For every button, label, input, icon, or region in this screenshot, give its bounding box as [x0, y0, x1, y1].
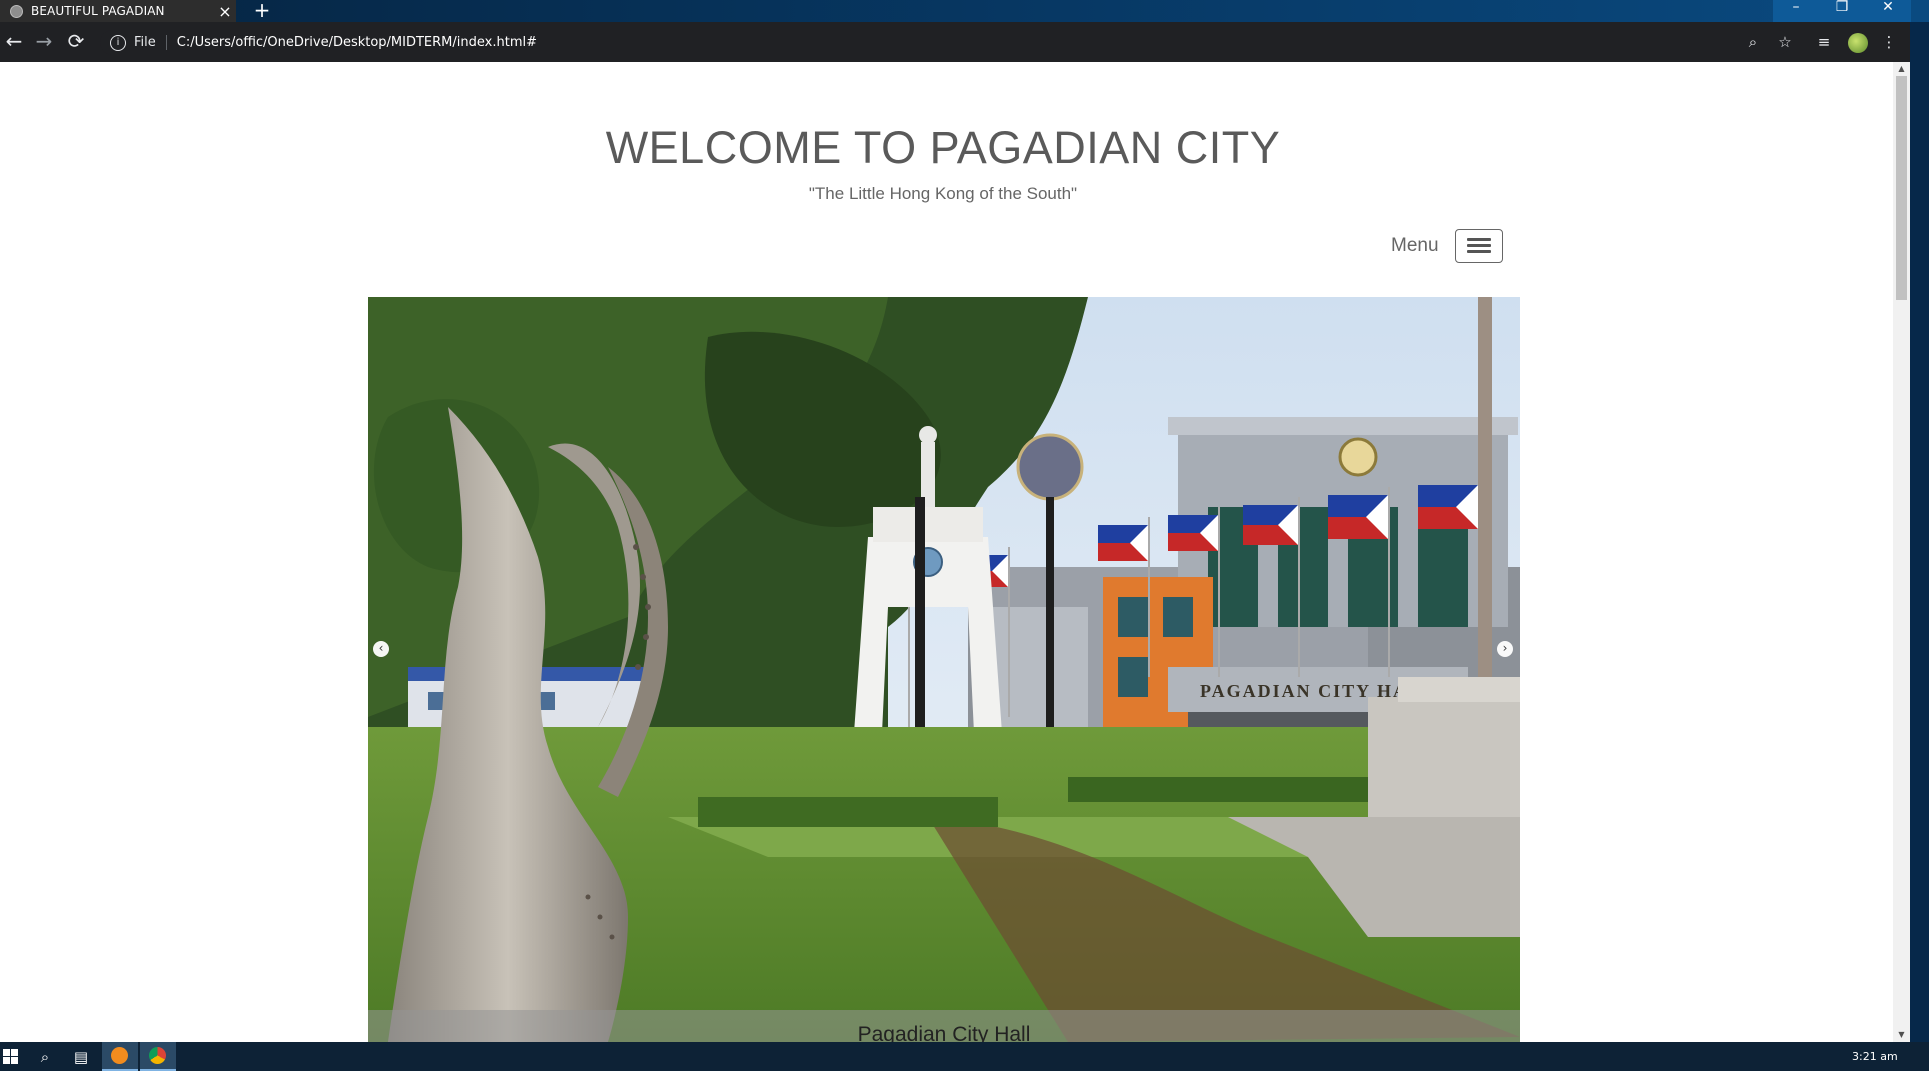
close-window-button[interactable]: ✕: [1865, 0, 1911, 22]
tab-title: BEAUTIFUL PAGADIAN: [31, 4, 165, 18]
carousel-prev-button[interactable]: ‹: [373, 641, 389, 657]
globe-icon: [10, 4, 23, 18]
url-text[interactable]: C:/Users/offic/OneDrive/Desktop/MIDTERM/…: [177, 35, 537, 50]
address-bar[interactable]: i File C:/Users/offic/OneDrive/Desktop/M…: [100, 30, 1790, 55]
hamburger-menu-button[interactable]: [1455, 229, 1503, 263]
reload-icon[interactable]: ⟳: [64, 30, 88, 54]
page-viewport: WELCOME TO PAGADIAN CITY "The Little Hon…: [0, 62, 1893, 1042]
scrollbar-thumb[interactable]: [1896, 76, 1907, 300]
scheme-label: File: [134, 35, 167, 50]
taskbar-app-orange[interactable]: [102, 1042, 138, 1071]
browser-toolbar: ← → ⟳ i File C:/Users/offic/OneDrive/Des…: [0, 22, 1929, 62]
tab-strip: BEAUTIFUL PAGADIAN × + – ❐ ✕: [0, 0, 1929, 22]
bookmark-star-icon[interactable]: ☆: [1775, 32, 1795, 52]
windows-taskbar: ⌕ ▤ 3:21 am: [0, 1042, 1929, 1071]
city-hall-photo: PAGADIAN CITY HALL: [368, 297, 1520, 1042]
taskbar-clock[interactable]: 3:21 am: [1852, 1050, 1898, 1063]
search-icon[interactable]: ⌕: [34, 1046, 56, 1068]
chrome-icon: [149, 1047, 166, 1064]
scroll-down-arrow-icon[interactable]: ▼: [1893, 1028, 1910, 1042]
app-c-icon: [111, 1047, 128, 1064]
more-menu-icon[interactable]: ⋮: [1879, 32, 1899, 52]
scroll-up-arrow-icon[interactable]: ▲: [1893, 62, 1910, 76]
windows-start-icon[interactable]: [0, 1046, 22, 1068]
menu-label: Menu: [1391, 235, 1439, 256]
restore-button[interactable]: ❐: [1819, 0, 1865, 22]
tab-close-icon[interactable]: ×: [214, 2, 236, 21]
taskbar-app-chrome[interactable]: [140, 1042, 176, 1071]
forward-arrow-icon[interactable]: →: [32, 30, 56, 54]
back-arrow-icon[interactable]: ←: [2, 30, 26, 54]
carousel-caption: Pagadian City Hall: [857, 1023, 1031, 1042]
page-title: WELCOME TO PAGADIAN CITY: [605, 122, 1281, 173]
zoom-icon[interactable]: ⌕: [1743, 32, 1763, 52]
window-edge: [1910, 22, 1929, 1042]
carousel-next-button[interactable]: ›: [1497, 641, 1513, 657]
media-control-icon[interactable]: ≡: [1814, 32, 1834, 52]
vertical-scrollbar[interactable]: ▲ ▼: [1893, 62, 1910, 1042]
browser-tab[interactable]: BEAUTIFUL PAGADIAN ×: [0, 0, 236, 22]
image-carousel: PAGADIAN CITY HALL Pagadian City Hall: [368, 297, 1520, 1042]
page-tagline: "The Little Hong Kong of the South": [808, 184, 1078, 203]
site-info-icon[interactable]: i: [110, 34, 126, 51]
new-tab-button[interactable]: +: [252, 0, 272, 22]
task-view-icon[interactable]: ▤: [70, 1046, 92, 1068]
minimize-button[interactable]: –: [1773, 0, 1819, 22]
profile-avatar[interactable]: [1848, 33, 1868, 53]
